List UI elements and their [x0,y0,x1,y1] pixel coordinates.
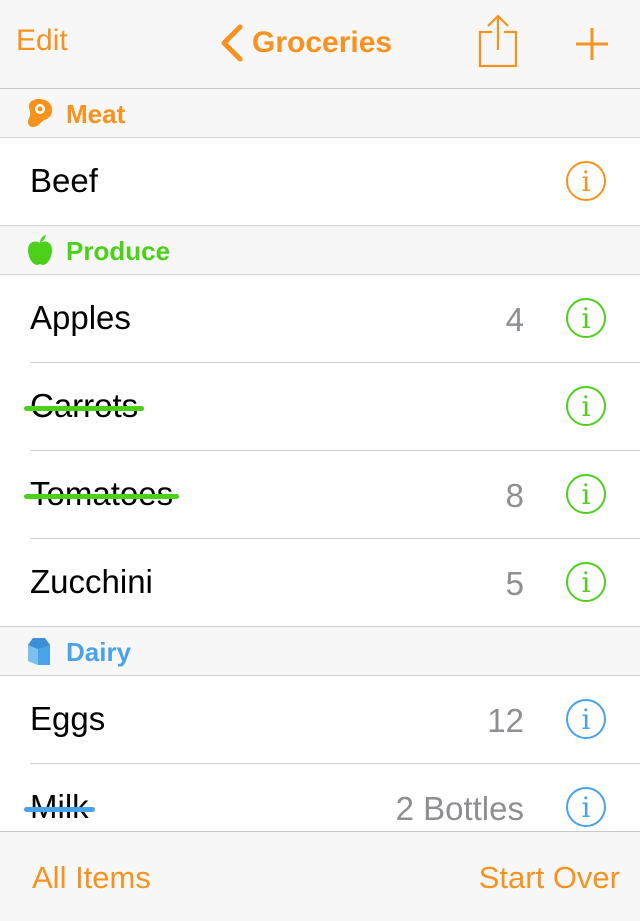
item-quantity: 2 Bottles [395,790,524,827]
item-name-struck: Milk [24,788,95,826]
strikethrough-line [24,494,180,499]
section-title-meat: Meat [66,99,126,129]
item-quantity: 4 [505,301,524,338]
list-item-checked[interactable]: Carrots i [0,363,640,451]
info-icon[interactable]: i [566,474,606,514]
section-title-dairy: Dairy [66,637,132,667]
list-item[interactable]: Zucchini 5 i [0,539,640,627]
list-item-checked[interactable]: Tomatoes 8 i [0,451,640,539]
share-icon[interactable] [476,14,520,70]
item-quantity: 12 [487,702,524,739]
info-icon[interactable]: i [566,699,606,739]
section-title-produce: Produce [66,236,171,266]
plus-icon[interactable] [574,26,610,62]
item-name-struck: Carrots [24,387,145,425]
info-icon[interactable]: i [566,298,606,338]
all-items-button[interactable]: All Items [32,860,151,896]
info-icon[interactable]: i [566,562,606,602]
chevron-left-icon [221,24,243,62]
item-name-struck: Tomatoes [24,475,180,513]
item-name: Beef [30,162,98,199]
meat-steak-icon [28,99,53,127]
strikethrough-line [24,807,95,812]
apple-icon [28,235,52,265]
info-icon[interactable]: i [566,161,606,201]
navigation-bar: Edit Groceries [0,0,640,89]
bottom-toolbar: All Items Start Over [0,831,640,921]
page-title: Groceries [252,26,393,59]
start-over-button[interactable]: Start Over [479,860,620,896]
list-item[interactable]: Apples 4 i [0,275,640,363]
item-name: Zucchini [30,563,153,600]
item-quantity: 8 [505,477,524,514]
info-icon[interactable]: i [566,386,606,426]
info-icon[interactable]: i [566,787,606,827]
list-item[interactable]: Eggs 12 i [0,676,640,764]
grocery-list: Meat Beef i Produce Apples 4 i Carrots i… [0,89,640,831]
edit-button[interactable]: Edit [16,24,68,58]
strikethrough-line [24,406,145,411]
section-header-produce: Produce [0,226,640,275]
list-item-checked[interactable]: Milk 2 Bottles i [0,764,640,831]
item-quantity: 5 [505,565,524,602]
section-header-dairy: Dairy [0,627,640,676]
list-item[interactable]: Beef i [0,138,640,226]
milk-carton-icon [28,638,50,665]
section-header-meat: Meat [0,89,640,138]
back-button[interactable]: Groceries [220,18,392,68]
item-name: Eggs [30,700,106,737]
item-name: Apples [30,299,131,336]
